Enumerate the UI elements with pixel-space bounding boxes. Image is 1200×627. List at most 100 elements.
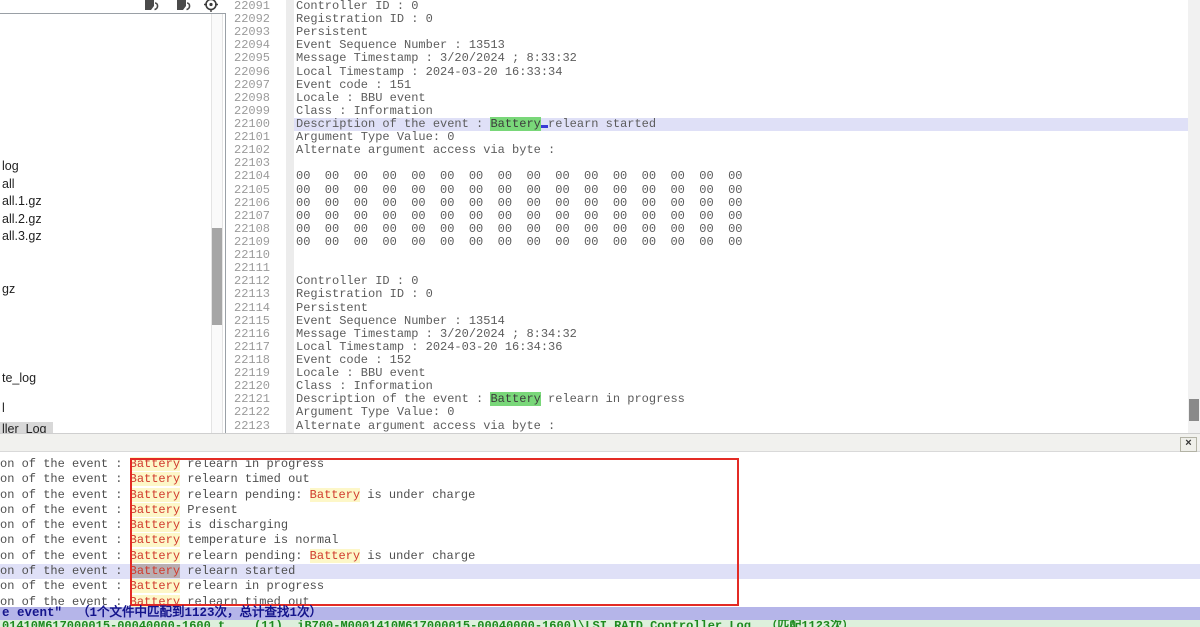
gutter-margin bbox=[286, 26, 294, 39]
gutter-margin bbox=[286, 262, 294, 275]
gutter-margin bbox=[286, 52, 294, 65]
sidebar-file-label: l bbox=[0, 401, 12, 416]
sidebar-file-list: log all all.1.gz all.2.gz all.3.gz gz te_logll… bbox=[0, 14, 226, 433]
line-number: 22104 bbox=[230, 170, 286, 183]
sidebar-file-item[interactable]: all.3.gz bbox=[0, 229, 49, 244]
results-panel-header: × bbox=[0, 433, 1200, 452]
find-in-files-icon[interactable] bbox=[142, 0, 160, 13]
sidebar-file-item[interactable]: l bbox=[0, 401, 12, 416]
line-text: Alternate argument access via byte : bbox=[294, 144, 1188, 157]
result-match: Battery bbox=[130, 518, 180, 532]
sidebar-file-label: all bbox=[0, 177, 22, 192]
gutter-margin bbox=[286, 157, 294, 170]
editor-scrollbar-thumb[interactable] bbox=[1189, 399, 1199, 421]
sidebar-file-item[interactable]: all.2.gz bbox=[0, 212, 49, 227]
line-text: Local Timestamp : 2024-03-20 16:34:36 bbox=[294, 341, 1188, 354]
search-result-row[interactable]: on of the event : Battery relearn pendin… bbox=[0, 488, 1200, 503]
sidebar-scrollbar-thumb[interactable] bbox=[212, 228, 222, 325]
editor-line: 22102 Alternate argument access via byte… bbox=[230, 144, 1188, 157]
editor-line: 22123 Alternate argument access via byte… bbox=[230, 420, 1188, 433]
gutter-margin bbox=[286, 144, 294, 157]
line-text: 00 00 00 00 00 00 00 00 00 00 00 00 00 0… bbox=[294, 236, 1188, 249]
search-result-row[interactable]: on of the event : Battery Present bbox=[0, 503, 1200, 518]
result-match: Battery bbox=[130, 488, 180, 502]
gutter-margin bbox=[286, 302, 294, 315]
gutter-margin bbox=[286, 79, 294, 92]
line-text: Event code : 151 bbox=[294, 79, 1188, 92]
sidebar-file-item[interactable]: gz bbox=[0, 282, 22, 297]
toolbar bbox=[0, 0, 226, 14]
sidebar-file-item[interactable]: log bbox=[0, 159, 26, 174]
editor-scrollbar[interactable] bbox=[1188, 0, 1200, 433]
result-prefix: on of the event : bbox=[0, 503, 130, 517]
line-number: 22122 bbox=[230, 406, 286, 419]
result-match: Battery bbox=[130, 457, 180, 471]
search-summary-text: e event" （1个文件中匹配到1123次，总计查找1次） bbox=[2, 606, 322, 620]
gutter-margin bbox=[286, 354, 294, 367]
line-number: 22105 bbox=[230, 184, 286, 197]
log-editor[interactable]: 22091 Controller ID : 0 22092 Registrati… bbox=[230, 0, 1188, 433]
status-bar: e event" （1个文件中匹配到1123次，总计查找1次） bbox=[0, 607, 1200, 620]
search-result-row[interactable]: on of the event : Battery relearn timed … bbox=[0, 472, 1200, 487]
result-match: Battery bbox=[130, 564, 180, 578]
gutter-margin bbox=[286, 170, 294, 183]
search-result-row[interactable]: on of the event : Battery temperature is… bbox=[0, 533, 1200, 548]
line-number: 22106 bbox=[230, 197, 286, 210]
gutter-margin bbox=[286, 66, 294, 79]
log-viewer-window: log all all.1.gz all.2.gz all.3.gz gz te_logll… bbox=[0, 0, 1200, 627]
search-result-row[interactable]: on of the event : Battery is discharging bbox=[0, 518, 1200, 533]
result-match: Battery bbox=[130, 533, 180, 547]
line-number: 22107 bbox=[230, 210, 286, 223]
gutter-margin bbox=[286, 275, 294, 288]
sidebar-file-item[interactable]: te_log bbox=[0, 371, 43, 386]
line-text: Alternate argument access via byte : bbox=[294, 420, 1188, 433]
find-in-files-2-icon[interactable] bbox=[174, 0, 192, 13]
result-prefix: on of the event : bbox=[0, 533, 130, 547]
sidebar-file-label: all.3.gz bbox=[0, 229, 49, 244]
line-text bbox=[294, 262, 1188, 275]
result-prefix: on of the event : bbox=[0, 518, 130, 532]
search-result-row[interactable]: on of the event : Battery relearn in pro… bbox=[0, 457, 1200, 472]
line-number: 22113 bbox=[230, 288, 286, 301]
result-match: Battery bbox=[130, 503, 180, 517]
result-match-2: Battery bbox=[310, 549, 360, 563]
line-number: 22095 bbox=[230, 52, 286, 65]
search-result-row[interactable]: on of the event : Battery relearn starte… bbox=[0, 564, 1200, 579]
result-match: Battery bbox=[130, 579, 180, 593]
gutter-margin bbox=[286, 118, 294, 131]
line-text: Registration ID : 0 bbox=[294, 288, 1188, 301]
search-match-highlight: Battery bbox=[490, 117, 540, 131]
result-match-2: Battery bbox=[310, 488, 360, 502]
close-results-button[interactable]: × bbox=[1180, 437, 1197, 452]
search-match-highlight: Battery bbox=[490, 392, 540, 406]
search-result-row[interactable]: on of the event : Battery relearn in pro… bbox=[0, 579, 1200, 594]
line-number: 22108 bbox=[230, 223, 286, 236]
gutter-margin bbox=[286, 0, 294, 13]
line-number: 22098 bbox=[230, 92, 286, 105]
sidebar-file-label: all.2.gz bbox=[0, 212, 49, 227]
sidebar-file-label: log bbox=[0, 159, 26, 174]
editor-line: 22113 Registration ID : 0 bbox=[230, 288, 1188, 301]
line-number: 22097 bbox=[230, 79, 286, 92]
close-icon: × bbox=[1185, 437, 1191, 449]
match-file-path-text: 01410M617000015-00040000-1600.t (11) iB7… bbox=[2, 620, 854, 627]
search-result-row[interactable]: on of the event : Battery relearn pendin… bbox=[0, 549, 1200, 564]
gutter-margin bbox=[286, 197, 294, 210]
line-number: 22115 bbox=[230, 315, 286, 328]
locate-target-icon[interactable] bbox=[202, 0, 220, 13]
gutter-margin bbox=[286, 249, 294, 262]
sidebar-file-item[interactable]: all.1.gz bbox=[0, 194, 49, 209]
line-number: 22117 bbox=[230, 341, 286, 354]
sidebar-file-item[interactable]: all bbox=[0, 177, 22, 192]
sidebar-file-label: gz bbox=[0, 282, 22, 297]
gutter-margin bbox=[286, 288, 294, 301]
gutter-margin bbox=[286, 341, 294, 354]
sidebar-scrollbar[interactable] bbox=[211, 14, 223, 433]
gutter-margin bbox=[286, 39, 294, 52]
gutter-margin bbox=[286, 223, 294, 236]
sidebar-file-item[interactable]: ller_Log bbox=[0, 422, 53, 433]
gutter-margin bbox=[286, 13, 294, 26]
gutter-margin bbox=[286, 92, 294, 105]
gutter-margin bbox=[286, 380, 294, 393]
editor-line: 22110 bbox=[230, 249, 1188, 262]
